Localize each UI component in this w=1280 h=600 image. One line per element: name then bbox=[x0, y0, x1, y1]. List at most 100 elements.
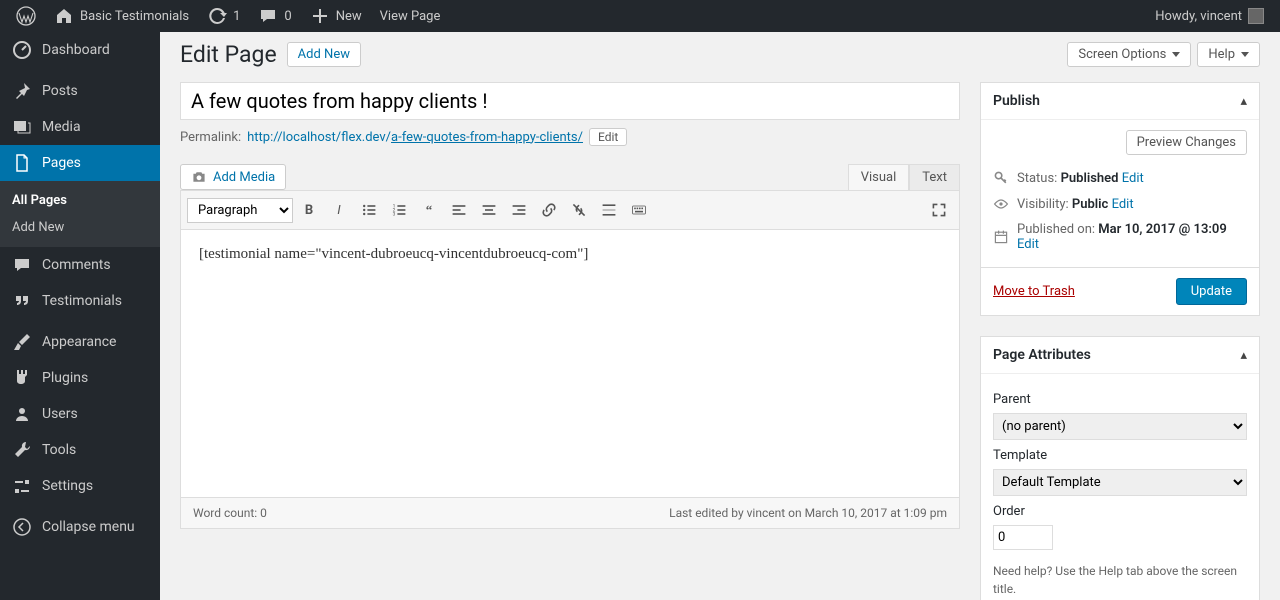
comments-link[interactable]: 0 bbox=[250, 0, 299, 32]
content-area: Screen Options Help Edit Page Add New Pe… bbox=[160, 32, 1280, 600]
edit-date-link[interactable]: Edit bbox=[1017, 237, 1039, 252]
media-icon bbox=[12, 117, 32, 137]
dashboard-icon bbox=[12, 40, 32, 60]
menu-media[interactable]: Media bbox=[0, 109, 160, 145]
help-button[interactable]: Help bbox=[1197, 42, 1260, 67]
new-label: New bbox=[336, 9, 362, 24]
wp-logo[interactable] bbox=[8, 0, 44, 32]
quote-button[interactable]: “ bbox=[415, 197, 443, 223]
publish-box: Publish▴ Preview Changes Status: Publish… bbox=[980, 82, 1260, 316]
camera-icon bbox=[191, 169, 207, 185]
edit-slug-button[interactable]: Edit bbox=[589, 128, 627, 146]
submenu-pages: All Pages Add New bbox=[0, 181, 160, 247]
user-icon bbox=[12, 404, 32, 424]
ol-button[interactable]: 123 bbox=[385, 197, 413, 223]
template-label: Template bbox=[993, 448, 1247, 463]
editor-textarea[interactable]: [testimonial name="vincent-dubroeucq-vin… bbox=[180, 230, 960, 498]
updates-count: 1 bbox=[233, 9, 240, 24]
expand-icon bbox=[931, 202, 947, 218]
menu-settings[interactable]: Settings bbox=[0, 468, 160, 504]
add-media-button[interactable]: Add Media bbox=[180, 164, 286, 190]
update-button[interactable]: Update bbox=[1176, 278, 1247, 305]
howdy-text: Howdy, vincent bbox=[1155, 9, 1242, 24]
submenu-add-new[interactable]: Add New bbox=[0, 214, 160, 241]
add-new-button[interactable]: Add New bbox=[287, 42, 361, 67]
editor-toolbar: Paragraph B I 123 “ bbox=[180, 190, 960, 230]
italic-button[interactable]: I bbox=[325, 197, 353, 223]
permalink-link[interactable]: http://localhost/flex.dev/a-few-quotes-f… bbox=[247, 130, 583, 145]
comment-icon bbox=[258, 6, 278, 26]
editor-statusbar: Word count: 0 Last edited by vincent on … bbox=[180, 498, 960, 529]
bold-button[interactable]: B bbox=[295, 197, 323, 223]
tab-visual[interactable]: Visual bbox=[848, 164, 910, 190]
chevron-down-icon bbox=[1172, 52, 1180, 57]
permalink-row: Permalink: http://localhost/flex.dev/a-f… bbox=[180, 128, 960, 146]
quote-icon bbox=[12, 291, 32, 311]
trash-link[interactable]: Move to Trash bbox=[993, 284, 1075, 299]
format-select[interactable]: Paragraph bbox=[187, 198, 293, 223]
home-icon bbox=[54, 6, 74, 26]
menu-appearance[interactable]: Appearance bbox=[0, 324, 160, 360]
site-link[interactable]: Basic Testimonials bbox=[46, 0, 197, 32]
refresh-icon bbox=[207, 6, 227, 26]
menu-pages[interactable]: Pages bbox=[0, 145, 160, 181]
pin-icon bbox=[12, 81, 32, 101]
new-link[interactable]: New bbox=[302, 0, 370, 32]
menu-posts[interactable]: Posts bbox=[0, 73, 160, 109]
unlink-icon bbox=[571, 202, 587, 218]
admin-menu: Dashboard Posts Media Pages All Pages Ad… bbox=[0, 32, 160, 600]
screen-options-button[interactable]: Screen Options bbox=[1067, 42, 1191, 67]
toggle-icon: ▴ bbox=[1240, 348, 1247, 363]
attributes-box-header[interactable]: Page Attributes▴ bbox=[981, 337, 1259, 374]
plus-icon bbox=[310, 6, 330, 26]
permalink-label: Permalink: bbox=[180, 130, 241, 145]
template-select[interactable]: Default Template bbox=[993, 469, 1247, 496]
updates-link[interactable]: 1 bbox=[199, 0, 248, 32]
menu-testimonials[interactable]: Testimonials bbox=[0, 283, 160, 319]
unlink-button[interactable] bbox=[565, 197, 593, 223]
account-link[interactable]: Howdy, vincent bbox=[1147, 0, 1272, 32]
parent-label: Parent bbox=[993, 392, 1247, 407]
menu-dashboard[interactable]: Dashboard bbox=[0, 32, 160, 68]
edit-visibility-link[interactable]: Edit bbox=[1112, 197, 1134, 212]
eye-icon bbox=[993, 196, 1009, 212]
toolbar-toggle-button[interactable] bbox=[625, 197, 653, 223]
tab-text[interactable]: Text bbox=[909, 164, 960, 190]
brush-icon bbox=[12, 332, 32, 352]
toggle-icon: ▴ bbox=[1240, 94, 1247, 109]
menu-plugins[interactable]: Plugins bbox=[0, 360, 160, 396]
view-page-link[interactable]: View Page bbox=[372, 0, 449, 32]
fullscreen-button[interactable] bbox=[925, 197, 953, 223]
readmore-button[interactable] bbox=[595, 197, 623, 223]
menu-comments[interactable]: Comments bbox=[0, 247, 160, 283]
order-input[interactable] bbox=[993, 525, 1053, 550]
avatar bbox=[1248, 8, 1264, 24]
align-center-icon bbox=[481, 202, 497, 218]
page-heading: Edit Page bbox=[180, 41, 277, 68]
post-title-input[interactable] bbox=[180, 82, 960, 120]
align-left-button[interactable] bbox=[445, 197, 473, 223]
plug-icon bbox=[12, 368, 32, 388]
admin-toolbar: Basic Testimonials 1 0 New View Page How… bbox=[0, 0, 1280, 32]
key-icon bbox=[993, 170, 1009, 186]
list-ul-icon bbox=[361, 202, 377, 218]
parent-select[interactable]: (no parent) bbox=[993, 413, 1247, 440]
link-button[interactable] bbox=[535, 197, 563, 223]
ul-button[interactable] bbox=[355, 197, 383, 223]
align-right-button[interactable] bbox=[505, 197, 533, 223]
menu-tools[interactable]: Tools bbox=[0, 432, 160, 468]
menu-users[interactable]: Users bbox=[0, 396, 160, 432]
readmore-icon bbox=[601, 202, 617, 218]
page-icon bbox=[12, 153, 32, 173]
preview-button[interactable]: Preview Changes bbox=[1126, 130, 1247, 155]
align-right-icon bbox=[511, 202, 527, 218]
attributes-help: Need help? Use the Help tab above the sc… bbox=[993, 562, 1247, 598]
align-center-button[interactable] bbox=[475, 197, 503, 223]
sliders-icon bbox=[12, 476, 32, 496]
submenu-all-pages[interactable]: All Pages bbox=[0, 187, 160, 214]
list-ol-icon: 123 bbox=[391, 202, 407, 218]
menu-collapse[interactable]: Collapse menu bbox=[0, 509, 160, 545]
publish-box-header[interactable]: Publish▴ bbox=[981, 83, 1259, 120]
edit-status-link[interactable]: Edit bbox=[1122, 171, 1144, 186]
collapse-icon bbox=[12, 517, 32, 537]
